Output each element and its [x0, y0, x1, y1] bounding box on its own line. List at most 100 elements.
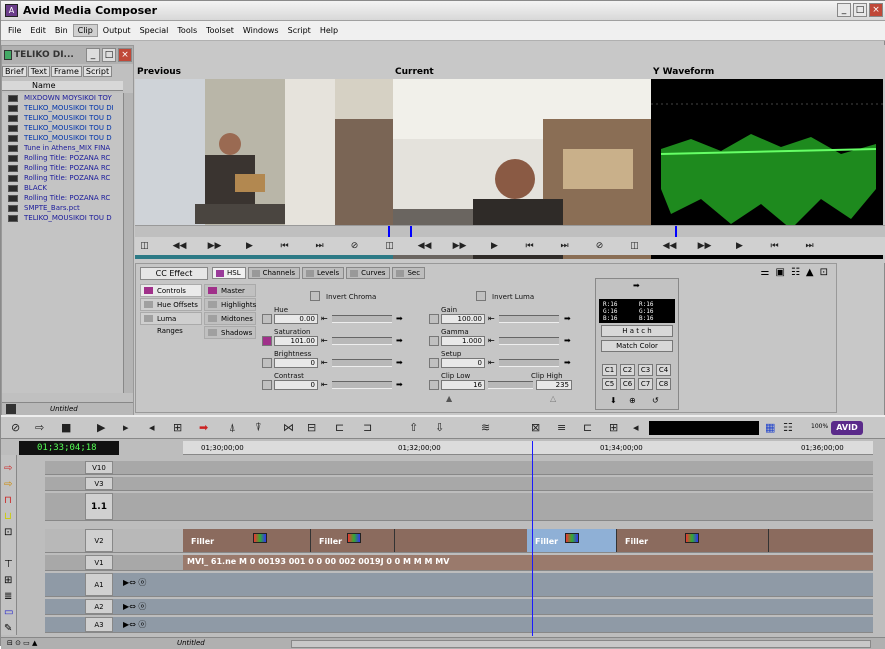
nav-shadows[interactable]: Shadows: [204, 326, 256, 339]
invert-luma-toggle[interactable]: [476, 291, 486, 301]
remove-effect-icon-2[interactable]: ⊘: [590, 239, 609, 253]
bin-clip-row[interactable]: MIXDOWN MOYSIKOI TOY: [2, 93, 123, 103]
compare-icon[interactable]: ⚌: [761, 267, 770, 278]
step-frame-icon[interactable]: ◫: [135, 239, 154, 253]
bin-clip-row[interactable]: TELIKO_MOUSIKOI TOU D: [2, 213, 123, 223]
setup-enable[interactable]: [429, 358, 439, 368]
tab-script[interactable]: Script: [82, 66, 113, 77]
timeline-playhead[interactable]: [532, 441, 533, 636]
contrast-left-arrow-icon[interactable]: ⇤: [321, 380, 328, 390]
tab-sec[interactable]: Sec: [392, 267, 426, 279]
bin-clip-row[interactable]: SMPTE_Bars.pct: [2, 203, 123, 213]
bin-clip-row[interactable]: TELIKO_MOUSIKOI TOU DI: [2, 103, 123, 113]
gain-value[interactable]: 100.00: [441, 314, 485, 324]
undo-icon[interactable]: ↺: [652, 396, 659, 406]
hue-enable[interactable]: [262, 314, 272, 324]
tab-text[interactable]: Text: [27, 66, 50, 77]
tab-brief[interactable]: Brief: [2, 66, 27, 77]
a1-audio-controls-icon[interactable]: ▶⇔ ⓞ: [123, 577, 146, 588]
fast-forward-icon[interactable]: ▶▶: [205, 239, 224, 253]
mark-in-icon[interactable]: ⇨: [4, 463, 12, 474]
clip-low-value[interactable]: 16: [441, 380, 485, 390]
overwrite-icon[interactable]: ⊔: [4, 511, 12, 522]
play-icon[interactable]: ▶: [240, 239, 259, 253]
extract-down-tool-icon[interactable]: ⇩: [435, 421, 444, 434]
fast-forward-icon-3[interactable]: ▶▶: [695, 239, 714, 253]
go-to-previous-icon[interactable]: ⏮: [275, 239, 294, 253]
mark-clip-tool-icon[interactable]: ⊟: [307, 421, 316, 434]
menu-special[interactable]: Special: [136, 25, 173, 36]
bin-scrollbar[interactable]: [123, 93, 133, 393]
gain-enable[interactable]: [429, 314, 439, 324]
v2-tail-clips[interactable]: [769, 529, 873, 552]
rewind-tool-icon[interactable]: ◂: [149, 421, 155, 434]
lift-tool-icon[interactable]: ⍋: [229, 421, 236, 435]
close-button[interactable]: ×: [869, 3, 883, 17]
menu-output[interactable]: Output: [99, 25, 135, 36]
menu-file[interactable]: File: [4, 25, 25, 36]
bucket-c3[interactable]: C3: [638, 364, 653, 376]
overwrite-tool-icon[interactable]: ⊐: [363, 421, 372, 434]
rewind-icon-3[interactable]: ◀◀: [660, 239, 679, 253]
v2-filler-1[interactable]: Filler: [183, 529, 311, 552]
trim-icon[interactable]: ⊞: [4, 575, 12, 586]
grid-tool-icon[interactable]: ⊞: [609, 421, 618, 434]
bin-fast-menu-icon[interactable]: [6, 404, 16, 414]
gain-right-arrow-icon[interactable]: ➡: [564, 314, 571, 324]
setup-slider[interactable]: [499, 359, 559, 367]
match-color-button[interactable]: Match Color: [601, 340, 673, 352]
bucket-c5[interactable]: C5: [602, 378, 617, 390]
menu-help[interactable]: Help: [316, 25, 342, 36]
bin-clip-row[interactable]: Rolling Title: POZANA RC: [2, 193, 123, 203]
track-label-1-1[interactable]: 1.1: [85, 493, 113, 520]
timeline-menu-icon[interactable]: ☷: [783, 421, 793, 434]
hue-value[interactable]: 0.00: [274, 314, 318, 324]
minimize-button[interactable]: _: [837, 3, 851, 17]
toggle-tool-icon[interactable]: ⊏: [583, 421, 592, 434]
bin-column-name[interactable]: Name: [2, 81, 123, 91]
track-label-a1[interactable]: A1: [85, 573, 113, 596]
menu-windows[interactable]: Windows: [239, 25, 283, 36]
bin-clip-row[interactable]: Rolling Title: POZANA RC: [2, 173, 123, 183]
a3-audio-controls-icon[interactable]: ▶⇔ ⓞ: [123, 619, 146, 630]
tab-channels[interactable]: Channels: [247, 267, 300, 279]
gamma-slider[interactable]: [499, 337, 559, 345]
gamma-value[interactable]: 1.000: [441, 336, 485, 346]
fast-forward-icon-2[interactable]: ▶▶: [450, 239, 469, 253]
bin-clip-row[interactable]: Tune in Athens_MIX FINA: [2, 143, 123, 153]
rewind-icon[interactable]: ◀◀: [170, 239, 189, 253]
splice-in-icon[interactable]: ⊓: [4, 495, 12, 506]
waveform-position-indicator[interactable]: [675, 226, 677, 237]
go-to-previous-icon-3[interactable]: ⏮: [765, 239, 784, 253]
rewind-icon-2[interactable]: ◀◀: [415, 239, 434, 253]
bin-clip-row[interactable]: BLACK: [2, 183, 123, 193]
triangle-icon[interactable]: ▲: [806, 267, 814, 278]
v1-clips[interactable]: MVI_ 61.ne M 0 00193 001 0 0 00 002 0019…: [183, 555, 873, 570]
setup-value[interactable]: 0: [441, 358, 485, 368]
clip-low-marker-icon[interactable]: ▲: [446, 394, 452, 404]
setup-left-arrow-icon[interactable]: ⇤: [488, 358, 495, 368]
splice-tool-icon[interactable]: ⊞: [173, 421, 182, 434]
bucket-c6[interactable]: C6: [620, 378, 635, 390]
video-quality-icon[interactable]: ▦: [765, 421, 775, 434]
track-tool-icon[interactable]: ◂: [633, 421, 639, 434]
trim-tool-icon[interactable]: ⋈: [283, 421, 294, 434]
segment-mode-icon[interactable]: ▭: [4, 607, 13, 618]
brightness-slider[interactable]: [332, 359, 392, 367]
go-to-previous-icon-2[interactable]: ⏮: [520, 239, 539, 253]
clip-high-value[interactable]: 235: [536, 380, 572, 390]
extract-tool-icon[interactable]: ⍒: [255, 421, 262, 435]
add-edit-tool-icon[interactable]: ⊠: [531, 421, 540, 434]
go-to-next-icon[interactable]: ⏭: [310, 239, 329, 253]
track-label-v10[interactable]: V10: [85, 461, 113, 474]
bin-clip-row[interactable]: Rolling Title: POZANA RC: [2, 153, 123, 163]
step-frame-icon-2[interactable]: ◫: [380, 239, 399, 253]
brightness-enable[interactable]: [262, 358, 272, 368]
gain-left-arrow-icon[interactable]: ⇤: [488, 314, 495, 324]
add-fx-icon[interactable]: ⊕: [629, 396, 636, 406]
bin-clip-row[interactable]: TELIKO_MOUSIKOI TOU D: [2, 123, 123, 133]
contrast-value[interactable]: 0: [274, 380, 318, 390]
audio-tool-icon[interactable]: ≡: [557, 421, 566, 434]
lift-icon[interactable]: ⊡: [4, 527, 12, 538]
menu-script[interactable]: Script: [284, 25, 315, 36]
